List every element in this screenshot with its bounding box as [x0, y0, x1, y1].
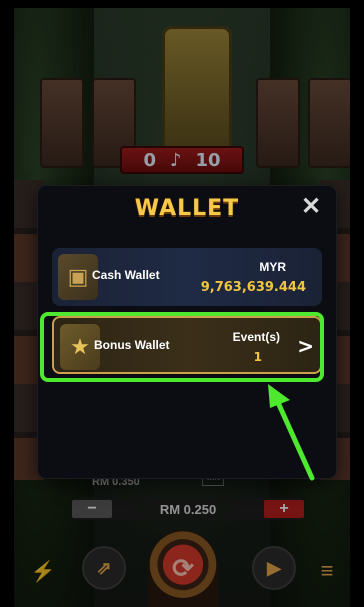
modal-title: WALLET — [134, 196, 240, 221]
close-icon[interactable]: ✕ — [298, 194, 324, 220]
cash-wallet-label: Cash Wallet — [92, 268, 160, 282]
highlight-box — [40, 312, 324, 382]
cash-balance: 9,763,639.444 — [200, 280, 306, 295]
cash-wallet-card[interactable]: ▣ Cash Wallet MYR 9,763,639.444 — [52, 248, 322, 306]
cash-currency: MYR — [259, 260, 286, 274]
